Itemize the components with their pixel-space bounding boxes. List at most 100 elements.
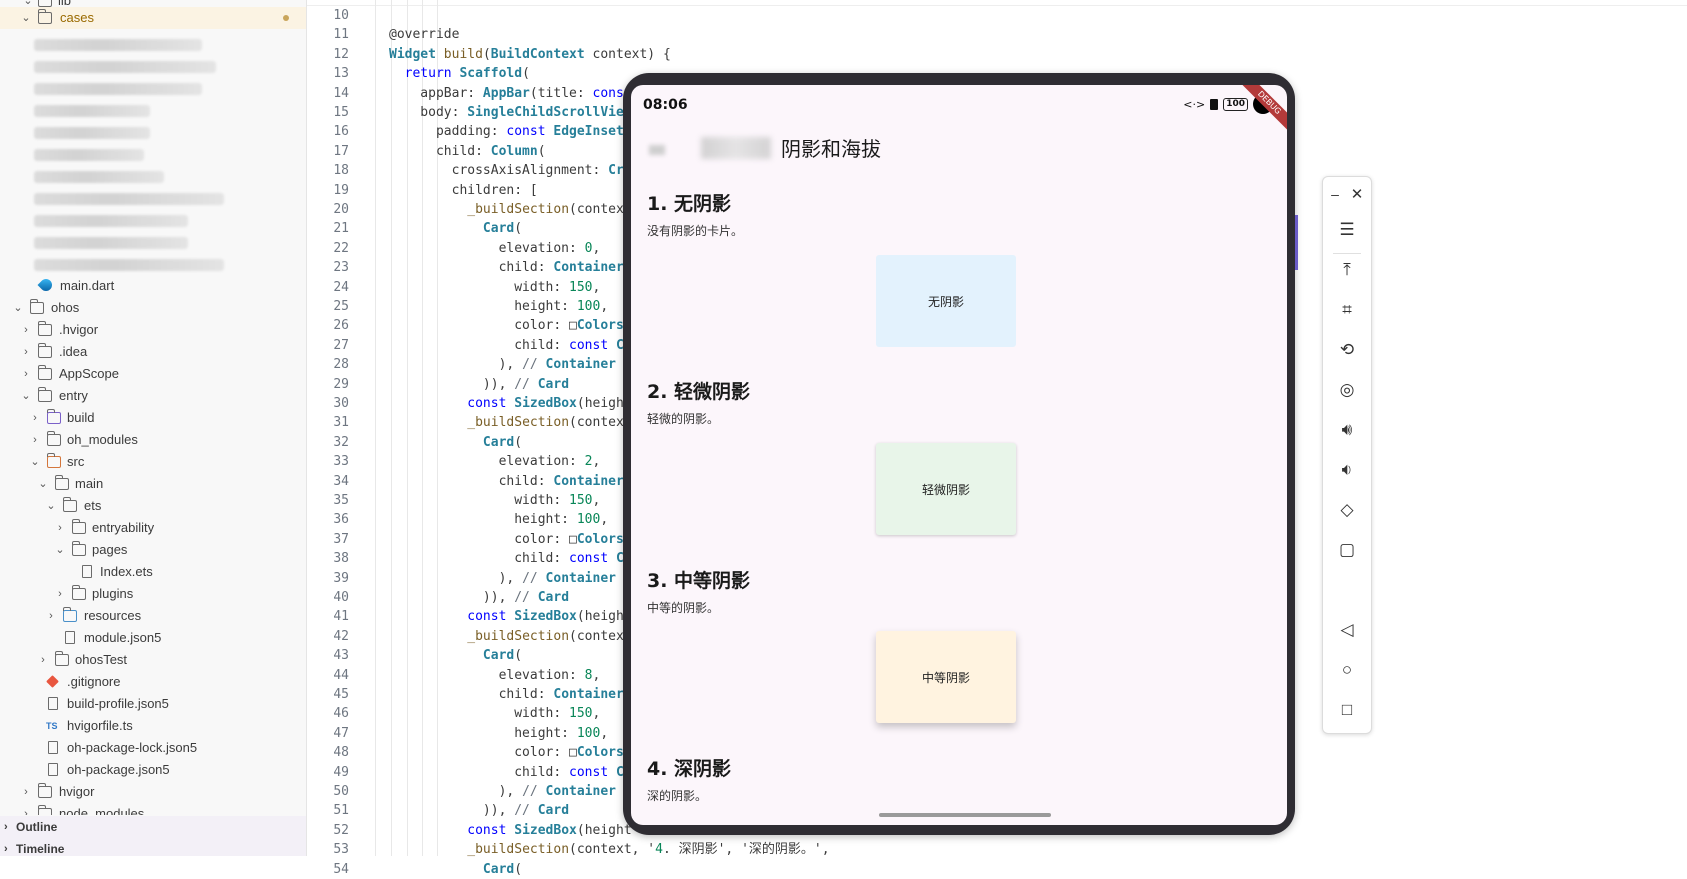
back-button-blurred[interactable] [649,145,665,155]
fullscreen-icon[interactable]: ▢ [1323,535,1371,565]
close-icon[interactable]: ✕ [1345,179,1369,209]
volume-up-icon[interactable]: 🔊︎ [1323,415,1371,445]
tree-item-node-modules[interactable]: › node_modules [0,803,306,815]
code-line[interactable]: 54 Card( [307,860,1687,879]
code-text: _buildSection(context [467,202,632,217]
chevron-right-icon: › [24,368,28,380]
chevron-right-icon: › [49,610,53,622]
tree-item-ets[interactable]: ⌄ ets [0,495,306,517]
tree-item-pages[interactable]: ⌄ pages [0,539,306,561]
code-text: color: □Colors [389,531,624,547]
app-bar-title: 阴影和海拔 [781,137,881,161]
code-line[interactable]: 12 Widget build(BuildContext context) { [307,45,1687,64]
tree-item-index-ets[interactable]: Index.ets [0,561,306,583]
section-2-desc: 轻微的阴影。 [647,412,720,426]
code-text: elevation: 8, [389,667,601,683]
appbar-blurred-text [701,137,771,159]
tree-item-oh-modules[interactable]: › oh_modules [0,429,306,451]
code-text: color: □Colors [389,318,624,334]
tree-item-entryability[interactable]: › entryability [0,517,306,539]
tree-item-ohostest[interactable]: › ohosTest [0,649,306,671]
tree-item-oh-package-lock[interactable]: oh-package-lock.json5 [0,737,306,759]
screenshot-icon[interactable]: ◎ [1323,375,1371,405]
tree-item-build-profile[interactable]: build-profile.json5 [0,693,306,715]
crop-icon[interactable]: ⌗ [1323,295,1371,325]
line-number: 20 [333,202,349,217]
battery-icon: 100 [1223,97,1248,111]
code-text: const SizedBox(height [467,396,632,411]
code-text: child: const Ce [389,764,631,780]
rotate-icon[interactable]: ⟲ [1323,335,1371,365]
tree-item-resources[interactable]: › resources [0,605,306,627]
code-line[interactable]: 10 [307,6,1687,25]
tree-item-hvigor-dir[interactable]: › .hvigor [0,319,306,341]
code-text: _buildSection(context [467,628,632,644]
build-folder-icon [47,409,61,424]
code-text: Card( [482,434,523,450]
tree-item-main[interactable]: ⌄ main [0,473,306,495]
line-number: 39 [333,570,349,586]
code-text: body: SingleChildScrollView [389,105,632,120]
resources-folder-icon [63,607,77,622]
menu-icon[interactable]: ☰ [1323,215,1371,245]
tree-item-build[interactable]: › build [0,407,306,429]
code-text: appBar: AppBar(title: const [389,85,632,101]
back-icon[interactable]: ◁ [1323,615,1371,645]
line-number: 43 [333,648,349,664]
chevron-down-icon: ⌄ [21,390,31,402]
tree-item-plugins[interactable]: › plugins [0,583,306,605]
code-text: elevation: 2, [389,454,601,470]
line-number: 50 [333,784,349,799]
device-screen[interactable]: 08:06 <·> 100 DEBUG 阴影和海拔 1. 无阴影 没有阴影的卡片… [631,85,1287,825]
tree-item-module-json5[interactable]: module.json5 [0,627,306,649]
volume-down-icon[interactable]: 🔉︎ [1323,455,1371,485]
pin-top-icon[interactable]: ⤒ [1323,255,1371,285]
window-accent-edge [1295,215,1298,270]
line-number: 49 [333,764,349,780]
tree-item-hvigorfile[interactable]: TS hvigorfile.ts [0,715,306,737]
tree-item-gitignore[interactable]: .gitignore [0,671,306,693]
fold-icon[interactable]: ◇ [1323,495,1371,525]
line-number: 23 [333,260,349,276]
code-text: child: const Ce [389,337,631,353]
tree-item-idea[interactable]: › .idea [0,341,306,363]
code-line[interactable]: 11 @override [307,25,1687,44]
code-text: ), // Container [389,570,616,586]
folder-icon [63,497,77,512]
code-text: width: 150, [389,493,601,508]
home-icon[interactable]: ○ [1323,655,1371,685]
tree-item-main-dart[interactable]: main.dart [0,275,306,297]
chevron-right-icon: › [33,434,37,446]
minimize-icon[interactable]: – [1323,179,1347,209]
gesture-home-bar[interactable] [879,813,1051,817]
tree-item-src[interactable]: ⌄ src [0,451,306,473]
line-number: 52 [333,822,349,838]
card-label: 中等阴影 [921,670,970,685]
code-line[interactable]: 53 _buildSection(context, '4. 深阴影', '深的阴… [307,840,1687,859]
no-shadow-card: 无阴影 [876,255,1016,347]
timeline-panel-header[interactable]: › Timeline [0,838,306,856]
tree-item-appscope[interactable]: › AppScope [0,363,306,385]
section-2-title: 2. 轻微阴影 [647,381,751,403]
line-number: 41 [333,609,349,625]
tree-item-cases[interactable]: ⌄ cases [0,7,306,29]
emulator-device-frame: 08:06 <·> 100 DEBUG 阴影和海拔 1. 无阴影 没有阴影的卡片… [623,73,1295,835]
code-text: color: □Colors [389,745,624,761]
line-number: 35 [333,493,349,508]
tree-item-ohos[interactable]: ⌄ ohos [0,297,306,319]
tree-item-oh-package[interactable]: oh-package.json5 [0,759,306,781]
code-text: Card( [482,221,523,237]
line-number: 30 [333,396,349,411]
tree-item-hvigor[interactable]: › hvigor [0,781,306,803]
code-text: children: [ [389,182,538,198]
line-number: 40 [333,590,349,605]
chevron-right-icon: › [24,346,28,358]
folder-icon [38,805,52,815]
network-icon: <·> [1183,97,1206,111]
recents-icon[interactable]: □ [1323,695,1371,725]
outline-panel-header[interactable]: › Outline [0,816,306,838]
card-label: 轻微阴影 [921,482,970,497]
tree-item-entry[interactable]: ⌄ entry [0,385,306,407]
git-icon [46,675,59,688]
code-text: _buildSection(context, '4. 深阴影', '深的阴影。'… [467,842,830,858]
